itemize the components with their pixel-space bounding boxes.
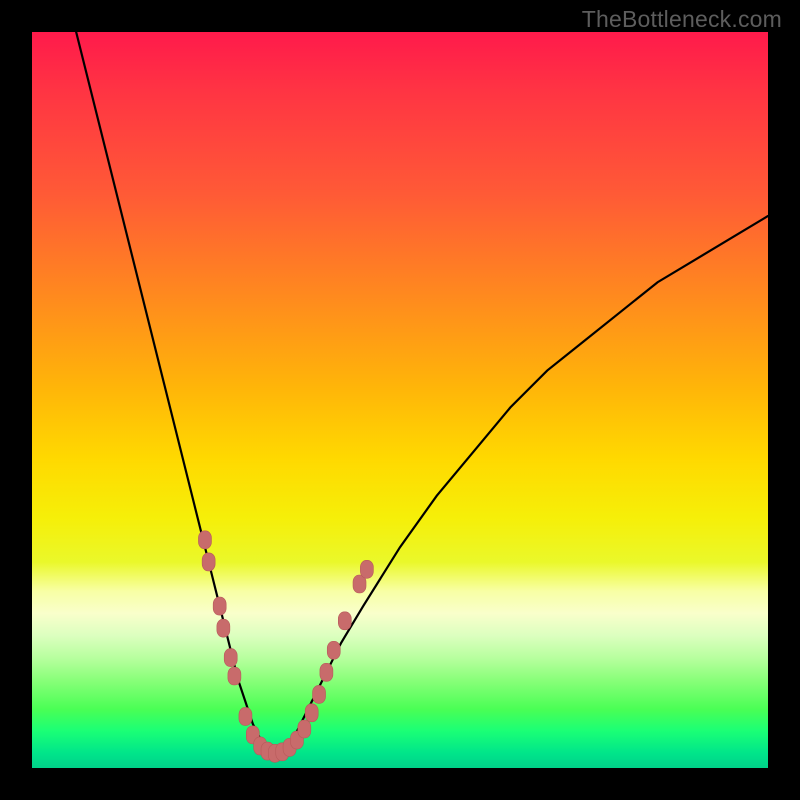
curve-marker [228, 667, 241, 685]
curve-marker [198, 531, 211, 549]
curve-marker [298, 720, 311, 738]
curve-marker [320, 663, 333, 681]
chart-frame: TheBottleneck.com [0, 0, 800, 800]
curve-marker [239, 707, 252, 725]
curve-marker [213, 597, 226, 615]
curve-marker [202, 553, 215, 571]
watermark-text: TheBottleneck.com [582, 6, 782, 33]
curve-marker [360, 560, 373, 578]
curve-markers [198, 531, 373, 762]
curve-marker [224, 649, 237, 667]
bottleneck-curve [76, 32, 768, 753]
curve-marker [338, 612, 351, 630]
curve-marker [313, 685, 326, 703]
curve-marker [217, 619, 230, 637]
plot-area [32, 32, 768, 768]
curve-marker [327, 641, 340, 659]
curve-layer [32, 32, 768, 768]
curve-marker [305, 704, 318, 722]
